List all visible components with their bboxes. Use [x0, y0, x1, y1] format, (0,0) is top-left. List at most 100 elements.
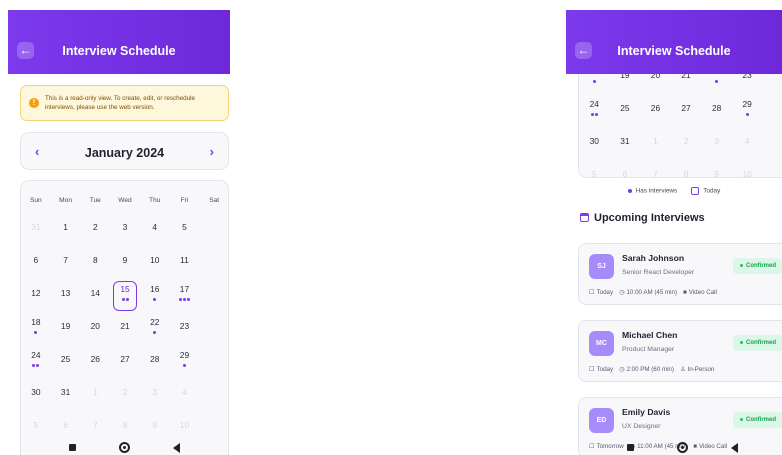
- calendar-day[interactable]: 17: [170, 279, 200, 312]
- interview-dot: [121, 298, 125, 301]
- calendar-day[interactable]: 31: [610, 127, 641, 160]
- calendar-day[interactable]: 5: [21, 411, 51, 444]
- day-number: 12: [31, 288, 41, 298]
- calendar-day[interactable]: 22: [140, 312, 170, 345]
- calendar-day[interactable]: 22: [701, 74, 732, 94]
- day-number: 31: [620, 136, 630, 146]
- calendar-day[interactable]: 2: [110, 378, 140, 411]
- today-box-icon: [691, 187, 700, 195]
- calendar-day[interactable]: 3: [140, 378, 170, 411]
- calendar-day[interactable]: 19: [51, 312, 81, 345]
- interview-dot-icon: [627, 189, 632, 193]
- calendar-day[interactable]: 6: [21, 246, 51, 279]
- calendar-day[interactable]: 7: [80, 411, 110, 444]
- calendar-day: [762, 127, 782, 160]
- calendar-day[interactable]: 4: [732, 127, 763, 160]
- calendar-day[interactable]: 8: [80, 246, 110, 279]
- calendar-day[interactable]: 3: [701, 127, 732, 160]
- calendar-day[interactable]: 26: [640, 94, 671, 127]
- calendar-day[interactable]: 5: [170, 213, 200, 246]
- calendar-day[interactable]: 5: [579, 160, 610, 177]
- calendar-day[interactable]: 25: [51, 345, 81, 378]
- day-number: 16: [150, 284, 160, 294]
- home-icon[interactable]: [677, 442, 688, 453]
- day-number: 19: [60, 321, 71, 331]
- calendar-day[interactable]: 23: [732, 74, 763, 94]
- calendar-day[interactable]: 1: [51, 213, 81, 246]
- calendar-day[interactable]: 24: [579, 94, 610, 127]
- calendar-day[interactable]: 25: [610, 94, 641, 127]
- day-number: 6: [33, 255, 39, 265]
- calendar-day[interactable]: 21: [671, 74, 702, 94]
- interview-dot: [186, 298, 190, 301]
- calendar-day[interactable]: 27: [110, 345, 140, 378]
- calendar-day[interactable]: 2: [80, 213, 110, 246]
- calendar-day[interactable]: 19: [610, 74, 641, 94]
- calendar-day[interactable]: 23: [170, 312, 200, 345]
- calendar-day[interactable]: 31: [51, 378, 81, 411]
- calendar-day[interactable]: 28: [701, 94, 732, 127]
- calendar-day[interactable]: 24: [21, 345, 51, 378]
- calendar-day[interactable]: 9: [140, 411, 170, 444]
- calendar-day-today[interactable]: 15: [110, 279, 140, 312]
- day-number: 8: [683, 169, 689, 178]
- back-triangle-icon[interactable]: [173, 443, 180, 453]
- calendar-day[interactable]: 27: [671, 94, 702, 127]
- calendar-day[interactable]: 28: [140, 345, 170, 378]
- calendar-day[interactable]: 7: [640, 160, 671, 178]
- calendar-day[interactable]: 16: [140, 279, 170, 312]
- interview-dot: [32, 364, 36, 367]
- calendar-day[interactable]: 29: [170, 345, 200, 378]
- calendar-day[interactable]: 4: [170, 378, 200, 411]
- calendar-day[interactable]: 8: [671, 160, 702, 178]
- notice-text: This is a read-only view. To create, edi…: [45, 95, 196, 112]
- calendar-week: 31 1 2 3 4 5: [21, 213, 229, 246]
- calendar-day[interactable]: 3: [110, 213, 140, 246]
- calendar-day[interactable]: 30: [21, 378, 51, 411]
- calendar-day[interactable]: 8: [110, 411, 140, 444]
- calendar-day[interactable]: 21: [110, 312, 140, 345]
- day-number: 25: [60, 354, 71, 364]
- interview-card[interactable]: MC Michael Chen Product Manager Confirmed ☐ T…: [578, 320, 782, 382]
- calendar-day[interactable]: 18: [579, 74, 610, 94]
- chevron-right-icon[interactable]: ›: [210, 145, 214, 158]
- calendar-day[interactable]: 10: [140, 246, 170, 279]
- interview-dot: [594, 113, 598, 116]
- calendar-day[interactable]: 6: [51, 411, 81, 444]
- day-number: 31: [31, 222, 41, 232]
- calendar-day[interactable]: 29: [732, 94, 763, 127]
- calendar-day[interactable]: 14: [80, 279, 110, 312]
- calendar-day[interactable]: 4: [140, 213, 170, 246]
- calendar-day[interactable]: 12: [21, 279, 51, 312]
- recent-apps-icon[interactable]: [627, 444, 634, 451]
- interview-card[interactable]: SJ Sarah Johnson Senior React Developer Con…: [578, 243, 782, 305]
- day-number: 7: [653, 169, 658, 178]
- calendar-day[interactable]: 11: [170, 246, 200, 279]
- calendar-day[interactable]: 10: [170, 411, 200, 444]
- calendar-week: 24 25 26 27 28 29: [579, 94, 782, 127]
- calendar-day[interactable]: 1: [80, 378, 110, 411]
- day-number: 2: [122, 387, 128, 397]
- back-triangle-icon[interactable]: [731, 443, 738, 453]
- interview-day: Today: [596, 366, 614, 373]
- calendar-day[interactable]: 10: [732, 160, 763, 178]
- day-number: 30: [31, 387, 41, 397]
- calendar-day[interactable]: 6: [610, 160, 641, 177]
- calendar-day[interactable]: 2: [671, 127, 702, 160]
- day-number: 10: [742, 169, 752, 178]
- calendar-day[interactable]: 7: [51, 246, 81, 279]
- calendar-day[interactable]: 9: [110, 246, 140, 279]
- calendar-day[interactable]: 18: [21, 312, 51, 345]
- calendar-day: [199, 378, 229, 411]
- calendar-day[interactable]: 31: [21, 213, 51, 246]
- recent-apps-icon[interactable]: [69, 444, 76, 451]
- calendar-day[interactable]: 30: [579, 127, 610, 160]
- legend-today: Today: [703, 187, 721, 195]
- calendar-day[interactable]: 20: [640, 74, 671, 94]
- home-icon[interactable]: [119, 442, 130, 453]
- calendar-day[interactable]: 13: [51, 279, 81, 312]
- calendar-day[interactable]: 1: [640, 127, 671, 160]
- calendar-day[interactable]: 26: [80, 345, 110, 378]
- calendar-day[interactable]: 9: [701, 160, 732, 177]
- calendar-day[interactable]: 20: [80, 312, 110, 345]
